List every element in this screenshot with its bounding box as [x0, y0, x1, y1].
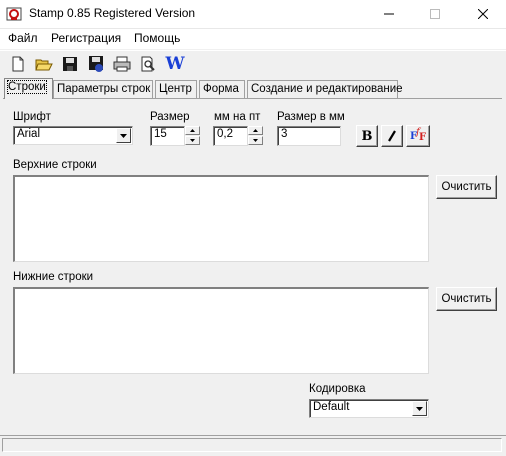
maximize-button[interactable] [412, 0, 458, 28]
size-down-button[interactable] [185, 136, 200, 145]
spin-down-icon [190, 139, 195, 142]
close-button[interactable] [460, 0, 506, 28]
maximize-icon [430, 9, 440, 19]
save-icon [63, 57, 77, 71]
save-as-button[interactable] [86, 54, 106, 74]
window-title: Stamp 0.85 Registered Version [29, 6, 196, 20]
save-button[interactable] [60, 54, 80, 74]
size-mm-input[interactable]: 3 [277, 126, 341, 146]
spin-down-icon [253, 139, 258, 142]
tab-line-params[interactable]: Параметры строк [53, 80, 153, 98]
size-mm-label: Размер в мм [277, 111, 345, 123]
menu-registration[interactable]: Регистрация [51, 31, 121, 45]
save-as-icon [89, 56, 103, 72]
encoding-select[interactable]: Default [309, 399, 429, 418]
toolbar: W [0, 50, 506, 77]
size-input[interactable]: 15 [150, 126, 185, 146]
spin-up-icon [190, 129, 195, 132]
upper-lines-label: Верхние строки [13, 159, 97, 171]
tab-create-edit[interactable]: Создание и редактирование [247, 80, 403, 98]
print-icon [113, 56, 131, 72]
mm-per-pt-label: мм на пт [214, 111, 261, 123]
tab-panel [3, 98, 502, 433]
tab-lines[interactable]: Строки [4, 78, 53, 99]
tab-center[interactable]: Центр [155, 80, 197, 98]
spin-up-icon [253, 129, 258, 132]
new-file-icon [12, 56, 24, 72]
close-icon [478, 9, 488, 19]
print-button[interactable] [112, 54, 132, 74]
open-folder-icon [35, 59, 53, 71]
size-spinner[interactable] [185, 126, 200, 145]
menu-help[interactable]: Помощь [134, 31, 180, 45]
encoding-select-dropdown-button[interactable] [412, 401, 427, 416]
print-preview-icon [141, 56, 155, 72]
app-stamp-icon [6, 7, 22, 21]
mm-per-pt-down-button[interactable] [248, 136, 263, 145]
print-preview-button[interactable] [138, 54, 158, 74]
font-select[interactable]: Arial [13, 126, 133, 145]
chevron-down-icon [120, 133, 127, 138]
mm-per-pt-input[interactable]: 0,2 [213, 126, 248, 146]
mm-per-pt-spinner[interactable] [248, 126, 263, 145]
menu-bar: Файл Регистрация Помощь [0, 29, 506, 49]
minimize-button[interactable] [366, 0, 412, 28]
lower-lines-textarea[interactable] [13, 287, 429, 374]
lower-clear-button[interactable]: Очистить [436, 287, 497, 311]
tab-lines-label: Строки [7, 80, 47, 94]
menu-file[interactable]: Файл [8, 31, 38, 45]
bold-button[interactable]: B [356, 125, 378, 147]
word-export-button[interactable]: W [164, 54, 186, 74]
chevron-down-icon [416, 406, 423, 411]
lower-lines-label: Нижние строки [13, 271, 94, 283]
font-select-value: Arial [17, 128, 41, 140]
new-file-button[interactable] [8, 54, 28, 74]
title-bar[interactable]: Stamp 0.85 Registered Version [0, 0, 506, 29]
minimize-icon [384, 13, 394, 15]
italic-button[interactable] [381, 125, 403, 147]
status-pane [2, 438, 502, 452]
size-up-button[interactable] [185, 126, 200, 135]
font-label: Шрифт [13, 111, 51, 123]
italic-icon [388, 130, 396, 142]
font-style-icon: F f F [410, 127, 427, 143]
font-style-button[interactable]: F f F [406, 125, 430, 147]
mm-per-pt-up-button[interactable] [248, 126, 263, 135]
upper-lines-textarea[interactable] [13, 175, 429, 262]
encoding-select-value: Default [313, 401, 350, 413]
open-button[interactable] [34, 54, 54, 74]
word-export-icon: W [165, 54, 185, 74]
size-label: Размер [150, 111, 190, 123]
tab-form[interactable]: Форма [199, 80, 245, 98]
upper-clear-button[interactable]: Очистить [436, 175, 497, 199]
font-select-dropdown-button[interactable] [116, 128, 131, 143]
encoding-label: Кодировка [309, 383, 366, 395]
